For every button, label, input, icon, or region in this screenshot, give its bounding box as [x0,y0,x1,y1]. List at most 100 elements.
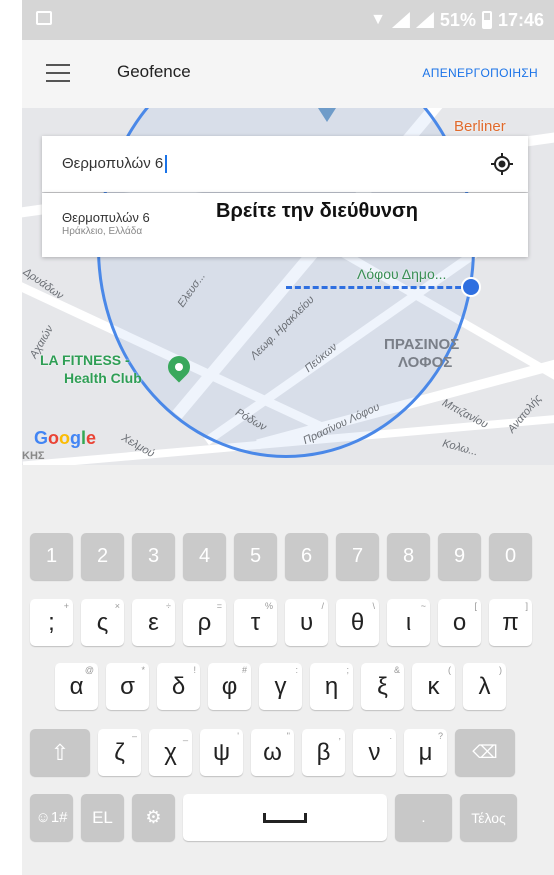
key-alt-char: @ [84,665,94,675]
key-letter[interactable]: % τ [234,599,277,646]
key-letter[interactable]: ! δ [157,663,200,710]
key-char: π [502,608,519,636]
disable-button[interactable]: ΑΠΕΝΕΡΓΟΠΟΙΗΣΗ [422,66,538,80]
key-letter[interactable]: @ α [55,663,98,710]
menu-icon[interactable] [46,64,70,82]
key-letter[interactable]: ; η [310,663,353,710]
find-address-caption: Βρείτε την διεύθυνση [216,200,418,222]
search-box[interactable]: Θερμοπυλών 6 [42,136,528,192]
key-letter[interactable]: _ χ [149,729,192,776]
radius-handle[interactable] [461,277,481,297]
backspace-key[interactable]: ⌫ [455,729,515,776]
key-alt-char: , [338,731,341,741]
key-letter[interactable]: – ζ [98,729,141,776]
key-2[interactable]: 2 [81,533,124,580]
key-alt-char: ~ [420,601,426,611]
key-1[interactable]: 1 [30,533,73,580]
key-alt-char: % [264,601,273,611]
search-input[interactable]: Θερμοπυλών 6 [62,155,168,174]
key-char: η [324,672,339,700]
number-row: 1234567890 [30,533,532,580]
poi-lofou[interactable]: Λόφου Δημο... [357,266,446,282]
page-title: Geofence [117,62,191,81]
key-letter[interactable]: \ θ [336,599,379,646]
key-char: ξ [377,672,388,700]
key-letter[interactable]: # φ [208,663,251,710]
key-alt-char: + [63,601,69,611]
key-letter[interactable]: = ρ [183,599,226,646]
poi-berliner[interactable]: Berliner [454,118,506,135]
key-alt-char: ] [525,601,528,611]
battery-icon [481,11,492,29]
key-letter[interactable]: & ξ [361,663,404,710]
key-char: τ [250,608,261,636]
key-letter[interactable]: (κ [412,663,455,710]
key-3[interactable]: 3 [132,533,175,580]
my-location-icon[interactable] [490,152,514,176]
key-alt-char: ' [237,731,239,741]
key-char: θ [350,608,365,636]
key-char: μ [418,738,433,766]
key-letter[interactable]: ,β [302,729,345,776]
key-char: ς [96,608,109,636]
period-key[interactable]: . [395,794,452,841]
street-label: Ανατολής [505,392,545,436]
key-alt-char: ( [448,665,451,675]
poi-fitness-line1[interactable]: LA FITNESS - [40,352,130,368]
key-letter[interactable]: ' ψ [200,729,243,776]
key-char: ο [452,608,467,636]
key-alt-char: : [295,665,298,675]
key-char: ψ [212,738,231,766]
key-char: ν [368,738,381,766]
space-key[interactable] [183,794,387,841]
poi-fitness-line2[interactable]: Health Club [64,370,142,386]
key-letter[interactable]: " ω [251,729,294,776]
shift-key[interactable]: ⇧ [30,729,90,776]
key-char: ι [405,608,412,636]
key-letter[interactable]: ] π [489,599,532,646]
key-7[interactable]: 7 [336,533,379,580]
key-letter[interactable]: ~ ι [387,599,430,646]
key-char: κ [427,672,440,700]
key-letter[interactable]: :γ [259,663,302,710]
suggestion-main-text: Θερμοπυλών 6 [62,210,150,225]
area-label-2: ΛΟΦΟΣ [398,354,453,371]
key-0[interactable]: 0 [489,533,532,580]
key-letter[interactable]: ÷ ε [132,599,175,646]
language-key[interactable]: EL [81,794,124,841]
key-letter[interactable]: * σ [106,663,149,710]
keyboard: 1234567890 +; × ς ÷ ε = ρ% τ / υ \ θ ~ ι[ο] π @ α * σ! δ # φ… [22,465,554,875]
settings-icon[interactable]: ⚙ [132,794,175,841]
key-letter[interactable]: / υ [285,599,328,646]
key-char: α [69,672,84,700]
key-alt-char: / [321,601,324,611]
suggestion-sub-text: Ηράκλειο, Ελλάδα [62,226,143,237]
key-5[interactable]: 5 [234,533,277,580]
key-8[interactable]: 8 [387,533,430,580]
key-letter[interactable]: +; [30,599,73,646]
key-letter[interactable]: × ς [81,599,124,646]
key-letter[interactable]: .ν [353,729,396,776]
key-char: φ [221,672,238,700]
key-alt-char: ; [346,665,349,675]
clock: 17:46 [497,9,544,30]
key-alt-char: " [286,731,290,741]
key-4[interactable]: 4 [183,533,226,580]
key-letter[interactable]: [ο [438,599,481,646]
letter-row-1: +; × ς ÷ ε = ρ% τ / υ \ θ ~ ι[ο] π [30,599,532,646]
notification-icon [36,11,52,25]
done-key[interactable]: Τέλος [460,794,517,841]
street-label: Κολω... [441,437,480,459]
key-char: ρ [197,608,212,636]
key-9[interactable]: 9 [438,533,481,580]
symbols-key[interactable]: ☺1# [30,794,73,841]
letter-row-3: ⇧ – ζ _ χ ' ψ " ω, β. ν? μ ⌫ [30,729,515,776]
key-char: β [316,738,331,766]
key-6[interactable]: 6 [285,533,328,580]
key-letter[interactable]: ) λ [463,663,506,710]
key-char: δ [171,672,186,700]
battery-percent: 51% [439,9,476,30]
area-label-khs: ΚΗΣ [22,450,45,462]
signal-icon [391,12,410,28]
key-letter[interactable]: ? μ [404,729,447,776]
